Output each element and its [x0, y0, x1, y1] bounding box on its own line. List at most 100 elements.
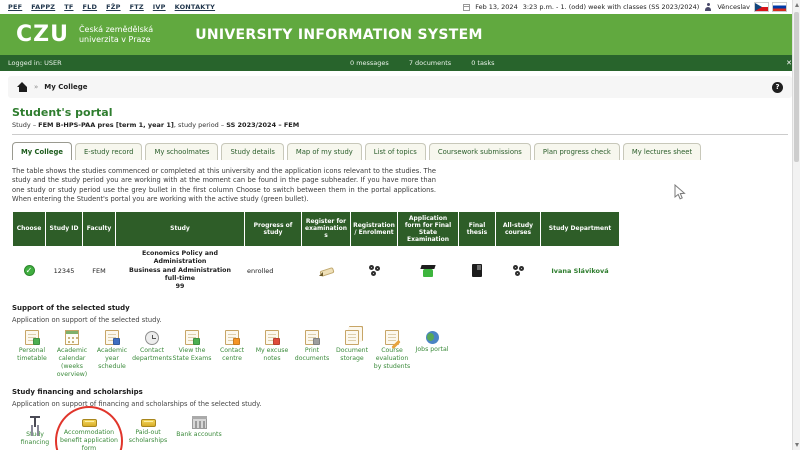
section-support-heading: Support of the selected study: [12, 304, 788, 312]
bank-accounts-icon: [192, 416, 207, 429]
tab-map-of-my-study[interactable]: Map of my study: [287, 143, 362, 160]
menu-link-tf[interactable]: TF: [64, 3, 73, 11]
choose-cell: [13, 247, 45, 294]
app-print-documents[interactable]: Print documents: [292, 330, 332, 363]
section-support-description: Application on support of the selected s…: [12, 316, 788, 324]
register-examinations-icon[interactable]: [319, 265, 334, 277]
top-menu-bar: PEFFAPPZTFFLDFŽPFTZIVPKONTAKTY Feb 13, 2…: [0, 0, 800, 14]
home-icon[interactable]: [17, 82, 28, 92]
vertical-scrollbar[interactable]: [792, 0, 800, 450]
paid-out-scholarships-icon: [141, 419, 156, 427]
app-header: CZU Česká zemědělská univerzita v Praze …: [0, 14, 800, 55]
czu-logo[interactable]: CZU: [16, 24, 69, 46]
divider: [12, 134, 788, 135]
section-financing-heading: Study financing and scholarships: [12, 388, 788, 396]
financing-apps-grid: Study financingAccommodation benefit app…: [12, 414, 788, 450]
app-paid-out-scholarships[interactable]: Paid-out scholarships: [120, 414, 176, 445]
tab-my-schoolmates[interactable]: My schoolmates: [145, 143, 218, 160]
app-study-financing[interactable]: Study financing: [12, 414, 58, 447]
menu-link-ivp[interactable]: IVP: [153, 3, 166, 11]
documents-indicator[interactable]: 7 documents: [409, 59, 451, 67]
app-document-storage[interactable]: Document storage: [332, 330, 372, 363]
app-bank-accounts[interactable]: Bank accounts: [176, 414, 222, 439]
jobs-portal-icon: [426, 331, 439, 344]
faculty-links: PEF FAPPZ TF FLD FŽP FTZ IVP KONTAKTY: [8, 3, 215, 11]
menu-link-kontakty[interactable]: KONTAKTY: [175, 3, 215, 11]
app-label: Paid-out scholarships: [120, 429, 176, 445]
all-study-courses-icon[interactable]: [511, 264, 525, 277]
active-study-bullet-icon[interactable]: [24, 265, 35, 276]
menu-link-fappz[interactable]: FAPPZ: [31, 3, 55, 11]
section-financing-description: Application on support of financing and …: [12, 400, 788, 408]
scroll-up-icon[interactable]: [795, 3, 799, 7]
week-info: 3:23 p.m. - 1. (odd) week with classes (…: [523, 3, 700, 11]
study-id-cell: 12345: [46, 247, 82, 294]
russian-flag-icon[interactable]: [773, 3, 786, 11]
registration-enrolment-cell: [351, 247, 397, 294]
breadcrumb-current[interactable]: My College: [44, 83, 87, 91]
university-name-line1: Česká zemědělská: [79, 25, 153, 35]
view-the-state-exams-icon: [185, 330, 199, 345]
tab-study-details[interactable]: Study details: [221, 143, 283, 160]
subtitle-prefix: Study –: [12, 121, 38, 129]
app-label: Academic calendar (weeks overview): [52, 347, 92, 379]
app-contact-departments[interactable]: Contact departments: [132, 330, 172, 363]
scroll-down-icon[interactable]: [795, 443, 799, 447]
final-thesis-cell: [459, 247, 495, 294]
tab-my-college[interactable]: My College: [12, 142, 72, 160]
app-label: Course evaluation by students: [372, 347, 412, 371]
app-academic-calendar-weeks-overview[interactable]: Academic calendar (weeks overview): [52, 330, 92, 379]
tab-list-of-topics[interactable]: List of topics: [365, 143, 426, 160]
tab-e-study-record[interactable]: E-study record: [75, 143, 142, 160]
user-icon: [704, 3, 712, 11]
university-name-line2: univerzita v Praze: [79, 35, 153, 45]
status-bar: Logged in: USER 0 messages7 documents0 t…: [0, 55, 800, 71]
app-jobs-portal[interactable]: Jobs portal: [412, 330, 452, 354]
tab-plan-progress-check[interactable]: Plan progress check: [534, 143, 620, 160]
tab-coursework-submissions[interactable]: Coursework submissions: [429, 143, 531, 160]
app-personal-timetable[interactable]: Personal timetable: [12, 330, 52, 363]
czech-flag-icon[interactable]: [755, 3, 768, 11]
app-label: Contact centre: [212, 347, 252, 363]
subtitle-period: SS 2023/2024 – FEM: [226, 121, 299, 129]
subtitle-mid: , study period –: [174, 121, 226, 129]
study-line-1: Economics Policy and Administration: [118, 250, 242, 266]
app-view-the-state-exams[interactable]: View the State Exams: [172, 330, 212, 363]
app-contact-centre[interactable]: Contact centre: [212, 330, 252, 363]
registration-enrolment-icon[interactable]: [367, 264, 381, 277]
accommodation-benefit-application-form-icon: [82, 419, 97, 427]
help-icon[interactable]: ?: [772, 82, 783, 93]
app-label: My excuse notes: [252, 347, 292, 363]
app-my-excuse-notes[interactable]: My excuse notes: [252, 330, 292, 363]
messages-indicator[interactable]: 0 messages: [350, 59, 389, 67]
final-thesis-icon[interactable]: [472, 264, 482, 277]
icon-badge: [313, 338, 320, 345]
column-header-application-form-for-final-state-examination: Application form for Final State Examina…: [398, 212, 458, 247]
icon-badge: [233, 338, 240, 345]
final-state-exam-application-icon[interactable]: [421, 264, 435, 277]
column-header-choose: Choose: [13, 212, 45, 247]
status-counters: 0 messages 7 documents 0 tasks: [350, 59, 494, 67]
page-title: Student's portal: [12, 106, 788, 119]
studies-table: ChooseStudy IDFacultyStudyProgress of st…: [12, 211, 620, 296]
breadcrumb-separator: »: [34, 83, 38, 91]
app-label: Document storage: [332, 347, 372, 363]
menu-link-fžp[interactable]: FŽP: [106, 3, 121, 11]
app-academic-year-schedule[interactable]: Academic year schedule: [92, 330, 132, 371]
menu-link-fld[interactable]: FLD: [83, 3, 98, 11]
print-documents-icon: [305, 330, 319, 345]
academic-calendar-weeks-overview-icon: [65, 330, 79, 345]
user-name[interactable]: Věnceslav: [717, 3, 750, 11]
menu-link-pef[interactable]: PEF: [8, 3, 22, 11]
tasks-indicator[interactable]: 0 tasks: [471, 59, 494, 67]
app-accommodation-benefit-application-form[interactable]: Accommodation benefit application form: [58, 414, 120, 450]
app-course-evaluation-by-students[interactable]: Course evaluation by students: [372, 330, 412, 371]
study-line-3: full-time: [118, 275, 242, 283]
icon-badge: [33, 338, 40, 345]
system-title: UNIVERSITY INFORMATION SYSTEM: [195, 27, 482, 43]
department-contact-link[interactable]: Ivana Sláviková: [551, 267, 608, 275]
app-label: Bank accounts: [176, 431, 222, 439]
scrollbar-thumb[interactable]: [794, 12, 799, 162]
menu-link-ftz[interactable]: FTZ: [130, 3, 144, 11]
tab-my-lectures-sheet[interactable]: My lectures sheet: [623, 143, 701, 160]
